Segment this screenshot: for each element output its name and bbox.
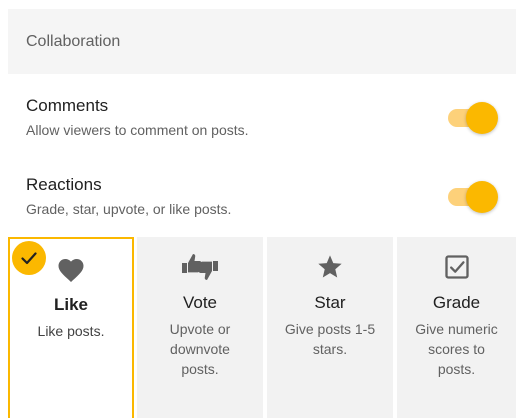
- checkbox-icon: [443, 251, 471, 283]
- option-label: Star: [314, 293, 346, 312]
- star-icon: [316, 251, 344, 283]
- selected-check-icon: [12, 241, 46, 275]
- option-label: Grade: [432, 293, 481, 312]
- setting-description: Grade, star, upvote, or like posts.: [26, 201, 232, 217]
- reactions-toggle[interactable]: [448, 181, 498, 213]
- option-description: Upvote or downvote posts.: [169, 321, 231, 377]
- option-label: Like: [53, 295, 89, 314]
- reaction-option-vote[interactable]: Vote Upvote or downvote posts.: [137, 237, 263, 418]
- setting-description: Allow viewers to comment on posts.: [26, 122, 249, 138]
- option-description: Give posts 1-5 stars.: [284, 321, 376, 357]
- comments-toggle[interactable]: [448, 102, 498, 134]
- option-label: Vote: [182, 293, 218, 312]
- setting-reactions: Reactions Grade, star, upvote, or like p…: [8, 167, 516, 227]
- option-description: Like posts.: [37, 323, 105, 339]
- option-description: Give numeric scores to posts.: [415, 321, 498, 377]
- toggle-thumb: [466, 102, 498, 134]
- reaction-option-star[interactable]: Star Give posts 1-5 stars.: [267, 237, 393, 418]
- reaction-option-grade[interactable]: Grade Give numeric scores to posts.: [397, 237, 516, 418]
- toggle-thumb: [466, 181, 498, 213]
- heart-icon: [56, 253, 86, 285]
- setting-title: Reactions: [26, 175, 102, 194]
- section-header: Collaboration: [8, 9, 516, 74]
- thumbs-up-down-icon: [180, 251, 220, 283]
- setting-comments: Comments Allow viewers to comment on pos…: [8, 88, 516, 148]
- section-title: Collaboration: [26, 32, 121, 50]
- setting-title: Comments: [26, 96, 109, 115]
- reaction-options: Like Like posts. Vote Upvote or downvote…: [8, 237, 516, 418]
